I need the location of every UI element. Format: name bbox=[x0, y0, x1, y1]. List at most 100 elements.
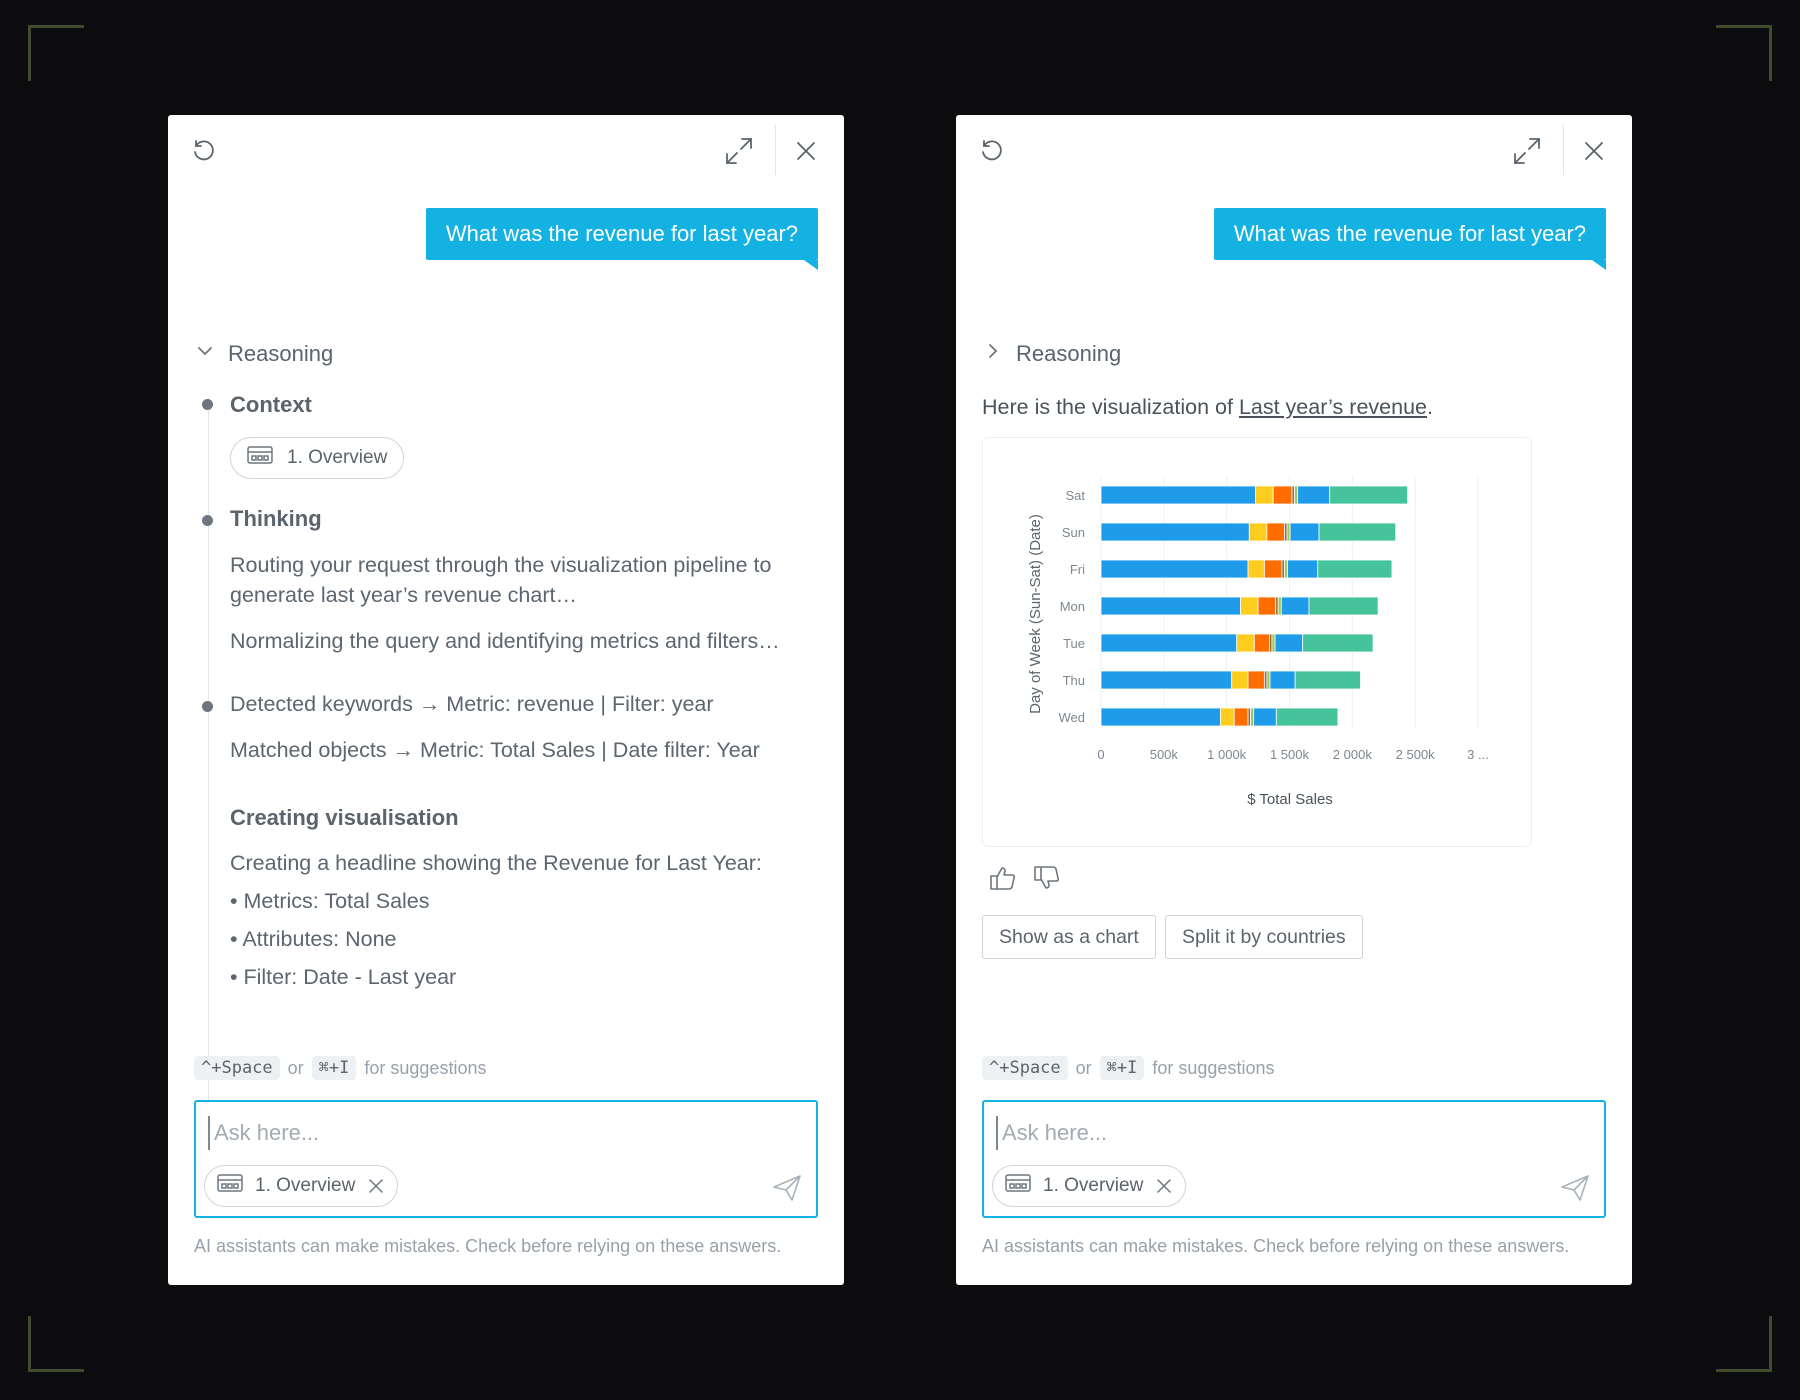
bar-segment[interactable] bbox=[1100, 522, 1250, 542]
bar-segment[interactable] bbox=[1269, 670, 1296, 690]
bar-segment[interactable] bbox=[1329, 485, 1409, 505]
remove-chip-icon[interactable] bbox=[1155, 1177, 1173, 1195]
bar-segment[interactable] bbox=[1248, 522, 1268, 542]
suggestion-show-as-chart[interactable]: Show as a chart bbox=[982, 915, 1156, 959]
bar-segment[interactable] bbox=[1286, 522, 1291, 542]
creating-intro: Creating a headline showing the Revenue … bbox=[230, 851, 762, 875]
toolbar-divider bbox=[775, 125, 776, 175]
ask-input[interactable] bbox=[208, 1116, 788, 1150]
bar-segment[interactable] bbox=[1302, 633, 1374, 653]
bar-segment[interactable] bbox=[1317, 559, 1393, 579]
hint-or: or bbox=[1075, 1057, 1092, 1078]
bar-segment[interactable] bbox=[1100, 633, 1238, 653]
reasoning-label: Reasoning bbox=[1016, 341, 1122, 366]
thinking-paragraph-1: Routing your request through the visuali… bbox=[230, 553, 772, 607]
y-tick-label: Fri bbox=[1070, 562, 1085, 577]
shortcut-ctrl-space: ^+Space bbox=[982, 1056, 1068, 1080]
x-tick-label: 3 ... bbox=[1467, 747, 1489, 762]
bar-segment[interactable] bbox=[1272, 485, 1293, 505]
y-tick-label: Sat bbox=[1065, 488, 1085, 503]
bar-segment[interactable] bbox=[1219, 707, 1235, 727]
answer-prefix: Here is the visualization of bbox=[982, 395, 1239, 419]
frame-corner-bottom-left bbox=[28, 1316, 84, 1372]
bar-segment[interactable] bbox=[1294, 670, 1361, 690]
toolbar-divider bbox=[1563, 125, 1564, 175]
x-tick-label: 2 000k bbox=[1333, 747, 1373, 762]
bar-segment[interactable] bbox=[1318, 522, 1397, 542]
visualization-link[interactable]: Last year’s revenue bbox=[1239, 395, 1427, 419]
user-message: What was the revenue for last year? bbox=[1213, 208, 1607, 270]
thumbs-down-icon[interactable] bbox=[1030, 861, 1064, 895]
bar-segment[interactable] bbox=[1263, 559, 1283, 579]
bar-segment[interactable] bbox=[1274, 633, 1304, 653]
bar-segment[interactable] bbox=[1233, 707, 1249, 727]
bar-segment[interactable] bbox=[1100, 559, 1249, 579]
close-icon[interactable] bbox=[1576, 133, 1612, 169]
hint-suffix: for suggestions bbox=[364, 1057, 487, 1078]
context-chip[interactable]: 1. Overview bbox=[230, 437, 405, 479]
input-chip-label: 1. Overview bbox=[1043, 1175, 1144, 1196]
bar-segment[interactable] bbox=[1250, 707, 1255, 727]
x-tick-label: 1 500k bbox=[1270, 747, 1310, 762]
x-tick-label: 2 500k bbox=[1396, 747, 1436, 762]
thinking-paragraph-2: Normalizing the query and identifying me… bbox=[230, 629, 780, 653]
x-tick-label: 1 000k bbox=[1207, 747, 1247, 762]
bar-segment[interactable] bbox=[1275, 707, 1339, 727]
answer-suffix: . bbox=[1426, 395, 1433, 419]
thumbs-up-icon[interactable] bbox=[986, 861, 1020, 895]
bar-segment[interactable] bbox=[1253, 633, 1270, 653]
hint-or: or bbox=[287, 1057, 304, 1078]
bar-segment[interactable] bbox=[1255, 485, 1274, 505]
input-context-chip[interactable]: 1. Overview bbox=[204, 1165, 399, 1207]
bar-segment[interactable] bbox=[1247, 559, 1265, 579]
bar-segment[interactable] bbox=[1100, 596, 1241, 616]
close-icon[interactable] bbox=[788, 133, 824, 169]
bar-segment[interactable] bbox=[1284, 559, 1289, 579]
reasoning-timeline bbox=[208, 398, 209, 1108]
bar-segment[interactable] bbox=[1287, 559, 1319, 579]
bar-segment[interactable] bbox=[1280, 596, 1310, 616]
frame-corner-bottom-right bbox=[1716, 1316, 1772, 1372]
context-title: Context bbox=[230, 392, 312, 417]
bar-segment[interactable] bbox=[1271, 633, 1276, 653]
bar-segment[interactable] bbox=[1253, 707, 1277, 727]
bar-segment[interactable] bbox=[1289, 522, 1320, 542]
bar-segment[interactable] bbox=[1294, 485, 1299, 505]
bar-segment[interactable] bbox=[1257, 596, 1277, 616]
chat-panel-answer: What was the revenue for last year? Reas… bbox=[956, 115, 1632, 1285]
reasoning-toggle[interactable]: Reasoning bbox=[194, 340, 333, 368]
reset-icon[interactable] bbox=[974, 133, 1010, 169]
bar-segment[interactable] bbox=[1247, 670, 1265, 690]
stacked-bar-chart: 0 500k 1 000k 1 500k 2 000k 2 500k 3 ... Sat Sun… bbox=[1027, 476, 1489, 808]
bar-segment[interactable] bbox=[1240, 596, 1259, 616]
bar-segment[interactable] bbox=[1277, 596, 1282, 616]
ask-input[interactable] bbox=[996, 1116, 1576, 1150]
bar-segment[interactable] bbox=[1231, 670, 1249, 690]
reset-icon[interactable] bbox=[186, 133, 222, 169]
bar-segment[interactable] bbox=[1100, 670, 1233, 690]
suggestions-hint: ^+Space or ⌘+I for suggestions bbox=[982, 1056, 1274, 1080]
remove-chip-icon[interactable] bbox=[367, 1177, 385, 1195]
send-icon[interactable] bbox=[772, 1174, 802, 1202]
input-context-chip[interactable]: 1. Overview bbox=[992, 1165, 1187, 1207]
bar-segment[interactable] bbox=[1297, 485, 1331, 505]
bar-segment[interactable] bbox=[1100, 485, 1256, 505]
creating-visualisation-title: Creating visualisation bbox=[230, 805, 459, 830]
shortcut-cmd-i: ⌘+I bbox=[1099, 1056, 1145, 1080]
bar-segment[interactable] bbox=[1236, 633, 1255, 653]
reasoning-label: Reasoning bbox=[228, 341, 334, 366]
hint-suffix: for suggestions bbox=[1152, 1057, 1275, 1078]
bar-segment[interactable] bbox=[1266, 522, 1285, 542]
chart-bars bbox=[1100, 485, 1409, 727]
bar-segment[interactable] bbox=[1100, 707, 1221, 727]
bar-segment[interactable] bbox=[1266, 670, 1271, 690]
y-tick-label: Wed bbox=[1059, 710, 1086, 725]
suggestion-split-by-countries[interactable]: Split it by countries bbox=[1165, 915, 1363, 959]
insight-icon bbox=[217, 1173, 243, 1199]
disclaimer: AI assistants can make mistakes. Check b… bbox=[982, 1236, 1570, 1256]
bar-segment[interactable] bbox=[1308, 596, 1379, 616]
send-icon[interactable] bbox=[1560, 1174, 1590, 1202]
reasoning-toggle[interactable]: Reasoning bbox=[982, 340, 1121, 368]
expand-icon[interactable] bbox=[1508, 132, 1546, 170]
expand-icon[interactable] bbox=[720, 132, 758, 170]
